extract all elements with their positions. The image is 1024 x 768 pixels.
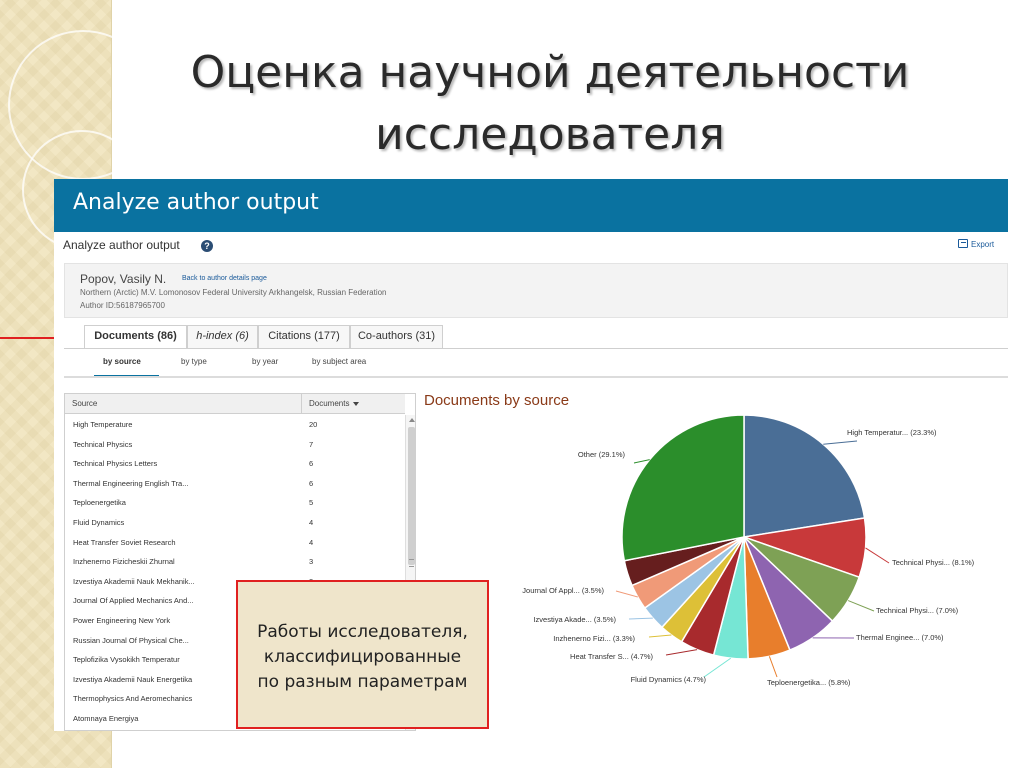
pie-slice-label: Journal Of Appl... (3.5%)	[522, 586, 604, 595]
pie-label-connector	[665, 649, 698, 656]
pie-slice-label: Teploenergetika... (5.8%)	[767, 678, 851, 687]
pie-slice-label: Technical Physi... (8.1%)	[892, 558, 975, 567]
pie-slice-label: Izvestiya Akade... (3.5%)	[533, 615, 616, 624]
pie-label-connector	[823, 440, 858, 445]
pie-label-connector	[628, 617, 653, 620]
documents-by-source-pie-chart: High Temperatur... (23.3%) Technical Phys…	[522, 414, 975, 687]
annotation-callout: Работы исследователя, классифицированные…	[236, 580, 489, 729]
slide-title-line-2: исследователя	[375, 109, 725, 160]
pie-slice-label: High Temperatur... (23.3%)	[847, 428, 937, 437]
pie-label-connector	[865, 547, 890, 564]
callout-line-3: по разным параметрам	[257, 672, 468, 692]
pie-slice-label: Fluid Dynamics (4.7%)	[631, 675, 707, 684]
pie-label-connector	[648, 634, 672, 638]
pie-label-connector	[847, 600, 875, 612]
pie-slice-label: Other (29.1%)	[578, 450, 626, 459]
slide-title: Оценка научной деятельности исследовател…	[140, 42, 960, 166]
pie-slice-label: Inzhenerno Fizi... (3.3%)	[553, 634, 635, 643]
analyze-author-output-panel: Analyze author output Analyze author out…	[54, 179, 1008, 731]
pie-slice-label: Heat Transfer S... (4.7%)	[570, 652, 653, 661]
pie-label-connector	[768, 656, 778, 678]
callout-text: Работы исследователя, классифицированные…	[238, 620, 487, 695]
callout-line-1: Работы исследователя,	[257, 622, 468, 642]
pie-slice[interactable]	[621, 414, 745, 562]
slide-title-line-1: Оценка научной деятельности	[190, 47, 910, 98]
pie-slice-label: Technical Physi... (7.0%)	[876, 606, 959, 615]
pie-label-connector	[703, 657, 731, 678]
pie-slice-label: Thermal Enginee... (7.0%)	[856, 633, 944, 642]
callout-line-2: классифицированные	[263, 647, 462, 667]
